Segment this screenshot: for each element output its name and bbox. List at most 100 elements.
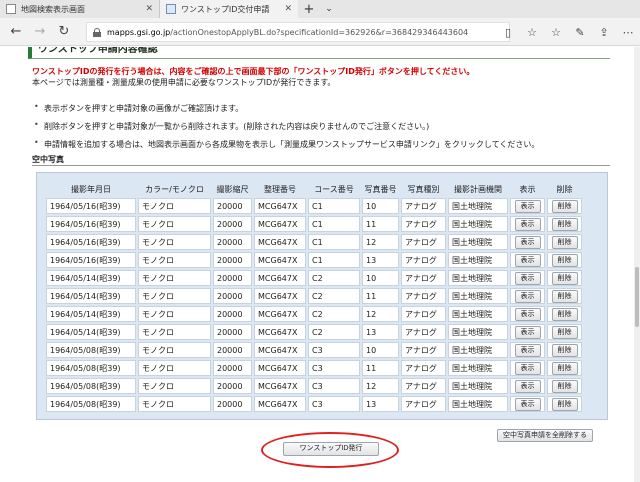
table-row: 1964/05/14(昭39) モノクロ 20000 MCG647X C2 13 アナログ国… [46,324,582,340]
table-cell: 20000 [213,360,252,376]
table-cell: 表示 [510,378,545,394]
issue-onestop-id-button[interactable]: ワンストップID発行 [283,442,379,456]
table-cell: モノクロ [138,270,211,286]
show-button[interactable]: 表示 [514,361,541,375]
table-cell: 1964/05/14(昭39) [46,270,136,286]
table-cell: モノクロ [138,324,211,340]
table-cell: 13 [362,324,399,340]
delete-button[interactable]: 削除 [551,361,578,375]
show-button[interactable]: 表示 [514,325,541,339]
show-button[interactable]: 表示 [514,217,541,231]
show-button[interactable]: 表示 [514,379,541,393]
close-icon[interactable]: ✕ [284,4,292,14]
table-row: 1964/05/08(昭39) モノクロ 20000 MCG647X C3 12 アナログ国… [46,378,582,394]
refresh-button[interactable]: ↻ [52,20,76,44]
scroll-thumb[interactable] [635,267,639,327]
table-cell: C1 [308,252,360,268]
column-header: 撮影年月日 [46,182,136,196]
delete-button[interactable]: 削除 [551,397,578,411]
table-cell: 削除 [547,234,582,250]
url-field[interactable]: mapps.gsi.go.jp/actionOnestopApplyBL.do?… [86,22,510,42]
back-button[interactable]: ← [4,20,28,44]
table-cell: 国土地理院 [448,396,508,412]
column-header: 表示 [510,182,545,196]
column-header: 撮影縮尺 [213,182,252,196]
delete-button[interactable]: 削除 [551,289,578,303]
more-menu-icon[interactable]: ⋯ [616,20,640,44]
table-cell: 削除 [547,342,582,358]
show-button[interactable]: 表示 [514,199,541,213]
table-cell: 削除 [547,324,582,340]
show-button[interactable]: 表示 [514,307,541,321]
aerial-photo-table: 撮影年月日 カラー/モノクロ 撮影縮尺 整理番号 コース番号 写真番号 写真種別… [44,180,584,414]
show-button[interactable]: 表示 [514,271,541,285]
tab-onestop-apply[interactable]: ワンストップID交付申請 ✕ [160,0,298,18]
table-cell: 20000 [213,396,252,412]
scrollbar[interactable] [634,47,640,482]
table-cell: 20000 [213,378,252,394]
table-cell: アナログ [401,378,446,394]
table-row: 1964/05/08(昭39) モノクロ 20000 MCG647X C3 11 アナログ国… [46,360,582,376]
table-cell: MCG647X [254,378,306,394]
table-cell: C3 [308,378,360,394]
table-cell: 1964/05/16(昭39) [46,216,136,232]
delete-button[interactable]: 削除 [551,325,578,339]
table-header-row: 撮影年月日 カラー/モノクロ 撮影縮尺 整理番号 コース番号 写真番号 写真種別… [46,182,582,196]
show-button[interactable]: 表示 [514,343,541,357]
chevron-down-icon[interactable]: ⌄ [320,0,338,18]
table-cell: 表示 [510,306,545,322]
tab-map-search[interactable]: 地図検索表示画面 ✕ [0,0,160,18]
table-cell: 11 [362,360,399,376]
delete-button[interactable]: 削除 [551,217,578,231]
table-cell: 国土地理院 [448,378,508,394]
table-cell: 20000 [213,234,252,250]
table-cell: 20000 [213,270,252,286]
table-cell: アナログ [401,198,446,214]
table-cell: 国土地理院 [448,342,508,358]
table-row: 1964/05/16(昭39) モノクロ 20000 MCG647X C1 10 アナログ国… [46,198,582,214]
table-cell: アナログ [401,234,446,250]
favorite-star-icon[interactable]: ☆ [520,20,544,44]
column-header: 撮影計画機関 [448,182,508,196]
delete-button[interactable]: 削除 [551,307,578,321]
delete-button[interactable]: 削除 [551,199,578,213]
delete-button[interactable]: 削除 [551,379,578,393]
show-button[interactable]: 表示 [514,397,541,411]
table-cell: 国土地理院 [448,252,508,268]
table-cell: 表示 [510,252,545,268]
show-button[interactable]: 表示 [514,289,541,303]
table-body: 1964/05/16(昭39) モノクロ 20000 MCG647X C1 10 アナログ国… [46,198,582,412]
share-icon[interactable]: ⇪ [592,20,616,44]
table-cell: 削除 [547,306,582,322]
show-button[interactable]: 表示 [514,235,541,249]
table-cell: モノクロ [138,234,211,250]
table-cell: MCG647X [254,270,306,286]
delete-all-aerial-button[interactable]: 空中写真申請を全削除する [497,429,593,442]
forward-button[interactable]: → [28,20,52,44]
delete-button[interactable]: 削除 [551,343,578,357]
favorites-hub-icon[interactable]: ☆ [544,20,568,44]
close-icon[interactable]: ✕ [145,4,153,14]
notes-pen-icon[interactable]: ✎ [568,20,592,44]
show-button[interactable]: 表示 [514,253,541,267]
new-tab-button[interactable]: + [298,0,320,18]
table-cell: 10 [362,198,399,214]
table-cell: モノクロ [138,288,211,304]
table-cell: 13 [362,252,399,268]
reading-view-icon[interactable]: ▯ [496,20,520,44]
table-cell: 1964/05/16(昭39) [46,252,136,268]
table-cell: 1964/05/14(昭39) [46,306,136,322]
table-cell: モノクロ [138,252,211,268]
delete-button[interactable]: 削除 [551,271,578,285]
warning-text: ワンストップIDの発行を行う場合は、内容をご確認の上で画面最下部の「ワンストップ… [32,67,475,76]
table-cell: 国土地理院 [448,306,508,322]
column-header: カラー/モノクロ [138,182,211,196]
delete-button[interactable]: 削除 [551,235,578,249]
table-cell: C1 [308,216,360,232]
table-cell: 1964/05/08(昭39) [46,342,136,358]
table-cell: 国土地理院 [448,198,508,214]
table-cell: 10 [362,342,399,358]
address-bar: ← → ↻ mapps.gsi.go.jp/actionOnestopApply… [0,18,640,46]
delete-button[interactable]: 削除 [551,253,578,267]
intro-text: 本ページでは測量種・測量成果の使用申請に必要なワンストップIDが発行できます。 [32,78,336,87]
